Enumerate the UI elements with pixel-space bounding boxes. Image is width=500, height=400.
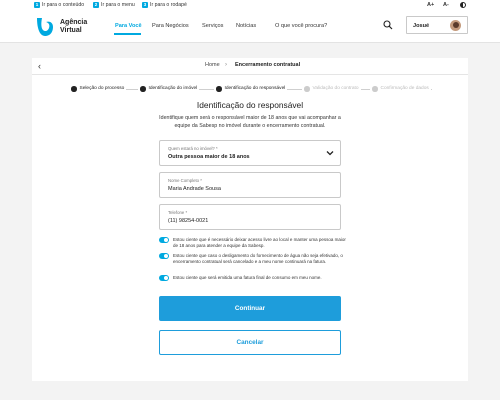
step-label: Confirmação de dados (380, 86, 429, 92)
cancel-button[interactable]: Cancelar (159, 330, 341, 355)
field-label: Nome Completo * (168, 177, 202, 183)
step-label: Seleção do processo (79, 86, 125, 92)
skip-to-footer-link[interactable]: 3 Ir para o rodapé (142, 1, 187, 8)
field-label: Telefone * (168, 209, 188, 215)
field-value: (11) 98254-0021 (168, 218, 209, 224)
nav-para-voce[interactable]: Para Você (115, 23, 142, 29)
accessibility-bar: 1 Ir para o conteúdo 2 Ir para o menu 3 … (0, 0, 500, 10)
skip-link-label: Ir para o conteúdo (42, 1, 85, 8)
nav-noticias[interactable]: Notícias (236, 23, 256, 29)
presence-select[interactable]: Quem estará no imóvel? * Outra pessoa ma… (159, 140, 341, 166)
skip-number-badge: 3 (142, 1, 148, 8)
chevron-down-icon (326, 151, 334, 156)
skip-to-content-link[interactable]: 1 Ir para o conteúdo (34, 1, 85, 8)
nav-para-negocios[interactable]: Para Negócios (152, 23, 189, 29)
step-dot-icon (372, 86, 378, 92)
step-dot-icon (140, 86, 146, 92)
step-confirmacao-dados: Confirmação de dados (370, 86, 431, 92)
field-value: Outra pessoa maior de 18 anos (168, 154, 250, 160)
consent-invoice-row: Estou ciente que será emitida uma fatura… (159, 275, 349, 282)
site-logo-text[interactable]: Agência Virtual (60, 19, 87, 35)
site-header: Agência Virtual Para Você Para Negócios … (0, 10, 500, 43)
user-menu-button[interactable]: Josué (406, 16, 468, 34)
step-dot-icon (216, 86, 222, 92)
step-identificacao-responsavel: Identificação do responsável (214, 86, 288, 92)
consent-cancel-row: Estou ciente que caso o desligamento do … (159, 253, 349, 265)
breadcrumb-home[interactable]: Home (205, 62, 220, 68)
step-label: Identificação do responsável (224, 86, 286, 92)
phone-field[interactable]: Telefone * (11) 98254-0021 (159, 204, 341, 230)
continue-button[interactable]: Continuar (159, 296, 341, 321)
logo-line-1: Agência (60, 18, 88, 26)
avatar (450, 20, 461, 31)
step-dot-icon (304, 86, 310, 92)
consent-text: Estou ciente que caso o desligamento do … (173, 253, 343, 265)
skip-number-badge: 1 (34, 1, 40, 8)
nav-servicos[interactable]: Serviços (202, 23, 223, 29)
search-input[interactable]: O que você procura? (275, 23, 327, 29)
form-card: ‹ Home › Encerramento contratual Seleção… (32, 58, 468, 381)
back-arrow-icon[interactable]: ‹ (38, 61, 41, 71)
decrease-font-button[interactable]: A- (443, 2, 449, 8)
step-validacao-contrato: Validação do contrato (302, 86, 361, 92)
user-name: Josué (413, 22, 430, 29)
sabesp-logo-icon[interactable] (34, 17, 56, 38)
consent-access-row: Estou ciente que é necessário deixar ace… (159, 237, 349, 249)
consent-cancel-toggle[interactable] (159, 253, 169, 260)
skip-to-menu-link[interactable]: 2 Ir para o menu (93, 1, 135, 8)
contrast-toggle[interactable] (460, 1, 466, 8)
consent-text: Estou ciente que será emitida uma fatura… (173, 275, 322, 280)
divider (32, 74, 468, 75)
breadcrumb-separator-icon: › (225, 61, 227, 68)
page-title: Identificação do responsável (196, 100, 304, 110)
consent-invoice-toggle[interactable] (159, 275, 169, 282)
consent-access-toggle[interactable] (159, 237, 169, 244)
field-label: Quem estará no imóvel? * (168, 145, 218, 151)
skip-link-label: Ir para o rodapé (150, 1, 187, 8)
full-name-field[interactable]: Nome Completo * Maria Andrade Sousa (159, 172, 341, 198)
step-label: Validação do contrato (312, 86, 359, 92)
step-identificacao-imovel: Identificação do imóvel (138, 86, 200, 92)
skip-link-label: Ir para o menu (101, 1, 135, 8)
logo-line-2: Virtual (60, 26, 82, 34)
page-subtitle: Identifique quem será o responsável maio… (159, 115, 341, 129)
search-icon[interactable] (383, 20, 393, 30)
step-selecao-processo: Seleção do processo (69, 86, 127, 92)
contrast-icon (460, 1, 466, 8)
nav-active-indicator (114, 33, 141, 35)
skip-number-badge: 2 (93, 1, 99, 8)
step-dot-icon (71, 86, 77, 92)
breadcrumb-current: Encerramento contratual (235, 62, 301, 68)
consent-text: Estou ciente que é necessário deixar ace… (173, 237, 346, 249)
field-value: Maria Andrade Sousa (168, 186, 221, 192)
increase-font-button[interactable]: A+ (427, 2, 434, 8)
step-label: Identificação do imóvel (148, 86, 198, 92)
